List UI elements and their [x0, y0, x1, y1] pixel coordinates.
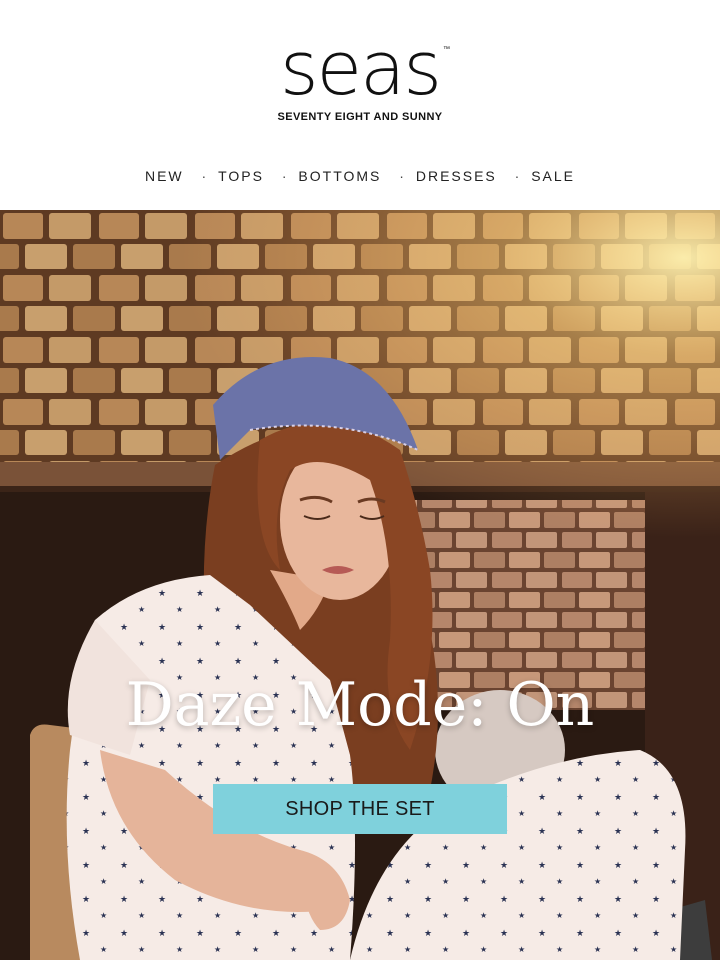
nav-item-bottoms[interactable]: BOTTOMS	[298, 168, 381, 184]
hero-photo: ★ ★	[0, 210, 720, 960]
nav-separator: ·	[399, 168, 406, 184]
shop-the-set-button[interactable]: SHOP THE SET	[213, 784, 507, 834]
nav-separator: ·	[201, 168, 209, 184]
nav-item-new[interactable]: NEW	[145, 168, 184, 184]
logo-wordmark: seas ™	[280, 26, 450, 112]
nav-item-dresses[interactable]: DRESSES	[416, 168, 497, 184]
main-nav: NEW · TOPS · BOTTOMS · DRESSES · SALE	[0, 168, 720, 184]
hero-headline: Daze Mode: On	[125, 670, 595, 740]
nav-separator: ·	[514, 168, 522, 184]
brand-logo[interactable]: seas ™	[0, 30, 720, 108]
nav-separator: ·	[281, 168, 289, 184]
logo-trademark: ™	[442, 45, 450, 53]
nav-item-sale[interactable]: SALE	[531, 168, 575, 184]
email-header: seas ™ SEVENTY EIGHT AND SUNNY NEW · TOPS…	[0, 0, 720, 210]
hero-banner[interactable]: ★ ★	[0, 210, 720, 960]
nav-item-tops[interactable]: TOPS	[218, 168, 264, 184]
brand-tagline: SEVENTY EIGHT AND SUNNY	[277, 111, 443, 123]
